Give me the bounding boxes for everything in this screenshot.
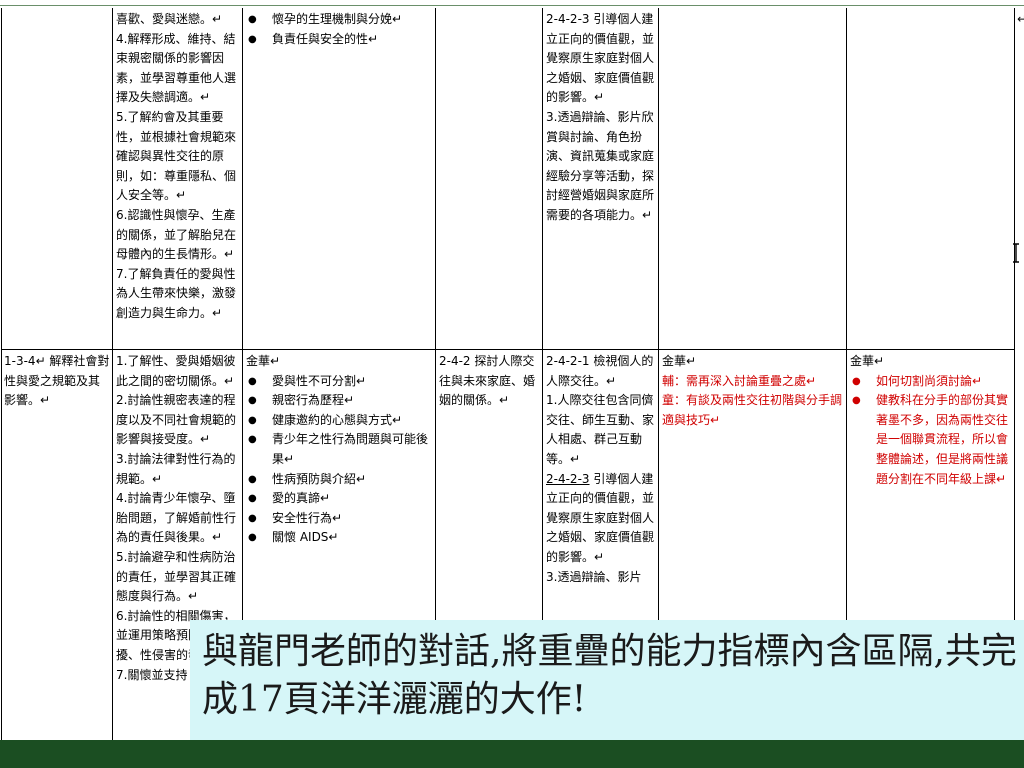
- text-cursor-icon: [1013, 243, 1019, 263]
- notes-heading: 金華↵: [662, 354, 697, 368]
- row2-unit: 1-3-4↵ 解釋社會對性與愛之規範及其影響。↵: [4, 354, 110, 408]
- row2-notes: 金華↵ 輔：需再深入討論重疊之處↵ 童：有談及兩性交往初階與分手調適與技巧↵: [662, 352, 844, 430]
- goal-item: 7.了解負責任的愛與性為人生帶來快樂，激發創造力與生命力。↵: [116, 266, 237, 320]
- topic-item: 性病預防與介紹↵: [246, 470, 432, 490]
- indicator-item: 3.透過辯論、影片欣賞與討論、角色扮演、資訊蒐集或家庭經驗分享等活動，探討經營婚…: [546, 109, 655, 222]
- row-divider: [1, 349, 1015, 350]
- footer-bar: [0, 740, 1024, 768]
- goal-item: 5.討論避孕和性病防治的責任，並學習其正確態度與行為。↵: [116, 549, 237, 604]
- comment-item: 健教科在分手的部份其實著墨不多，因為兩性交往是一個聯貫流程，所以會整體論述，但是…: [850, 391, 1012, 489]
- topic-item: 健康邀約的心態與方式↵: [246, 411, 432, 431]
- goal-item: 3.討論法律對性行為的規範。↵: [116, 451, 236, 486]
- row2-indicators: 2-4-2-1 檢視個人的人際交往。↵ 1.人際交往包含同儕交往、師生互動、家人…: [546, 352, 656, 587]
- indicator-item: 2-4-2-1 檢視個人的人際交往。↵: [546, 354, 654, 388]
- topic-item: 親密行為歷程↵: [246, 391, 432, 411]
- indicator-code: 2-4-2-3: [546, 471, 590, 486]
- comments-heading: 金華↵: [850, 354, 885, 368]
- goal-item: 4.解釋形成、維持、結束親密關係的影響因素，並學習尊重他人選擇及失戀調適。↵: [116, 31, 237, 105]
- note-line: 輔：需再深入討論重疊之處↵: [662, 373, 817, 388]
- comment-item: 如何切割尚須討論↵: [850, 372, 1012, 392]
- goal-item: 1.了解性、愛與婚姻彼此之間的密切關係。↵: [116, 354, 236, 388]
- topic-item: 愛與性不可分割↵: [246, 372, 432, 392]
- goal-item: 5.了解約會及其重要性，並根據社會規範來確認與異性交往的原則，如：尊重隱私、個人…: [116, 109, 237, 203]
- note-line: 童：有談及兩性交往初階與分手調適與技巧↵: [662, 393, 843, 427]
- indicator-item: 2-4-2-3 引導個人建立正向的價值觀，並覺察原生家庭對個人之婚姻、家庭價值觀…: [546, 470, 656, 568]
- row1-goals: 喜歡、愛與迷戀。↵ 4.解釋形成、維持、結束親密關係的影響因素，並學習尊重他人選…: [116, 10, 240, 324]
- row2-comments: 金華↵ 如何切割尚須討論↵ 健教科在分手的部份其實著墨不多，因為兩性交往是一個聯…: [850, 352, 1012, 489]
- indicator-item: 3.透過辯論、影片: [546, 569, 642, 584]
- row-end-mark: ↵: [1017, 12, 1024, 26]
- top-border: [0, 5, 1024, 6]
- caption-text: 與龍門老師的對話,將重疊的能力指標內含區隔,共完成17頁洋洋灑灑的大作!: [202, 631, 1017, 720]
- topic-item: 關懷 AIDS↵: [246, 528, 432, 548]
- goal-item: 2.討論性親密表達的程度以及不同社會規範的影響與接受度。↵: [116, 393, 237, 447]
- topic-item: 青少年之性行為問題與可能後果↵: [246, 430, 432, 469]
- caption-box: 與龍門老師的對話,將重疊的能力指標內含區隔,共完成17頁洋洋灑灑的大作!: [190, 620, 1024, 740]
- topic-item: 安全性行為↵: [246, 509, 432, 529]
- row2-family-indicator: 2-4-2 探討人際交往與未來家庭、婚姻的關係。↵: [439, 354, 536, 408]
- row1-topics: 懷孕的生理機制與分娩↵ 負責任與安全的性↵: [246, 10, 432, 49]
- row1-indicators: 2-4-2-3 引導個人建立正向的價值觀，並覺察原生家庭對個人之婚姻、家庭價值觀…: [546, 10, 656, 226]
- topic-item: 愛的真諦↵: [246, 489, 432, 509]
- topics-heading: 金華↵: [246, 354, 281, 368]
- goal-item: 4.討論青少年懷孕、墮胎問題，了解婚前性行為的責任與後果。↵: [116, 491, 237, 545]
- table-divider: [112, 8, 113, 740]
- row2-topics: 金華↵ 愛與性不可分割↵ 親密行為歷程↵ 健康邀約的心態與方式↵ 青少年之性行為…: [246, 352, 432, 548]
- table-border-left: [1, 8, 2, 740]
- topic-item: 負責任與安全的性↵: [246, 30, 432, 50]
- topic-item: 懷孕的生理機制與分娩↵: [246, 10, 432, 30]
- goal-item: 6.認識性與懷孕、生產的關係，並了解胎兒在母體內的生長情形。↵: [116, 207, 237, 262]
- indicator-item: 2-4-2-3 引導個人建立正向的價值觀，並覺察原生家庭對個人之婚姻、家庭價值觀…: [546, 12, 655, 105]
- indicator-item: 1.人際交往包含同儕交往、師生互動、家人相處、群己互動等。↵: [546, 393, 655, 466]
- goal-item: 喜歡、愛與迷戀。↵: [116, 12, 223, 26]
